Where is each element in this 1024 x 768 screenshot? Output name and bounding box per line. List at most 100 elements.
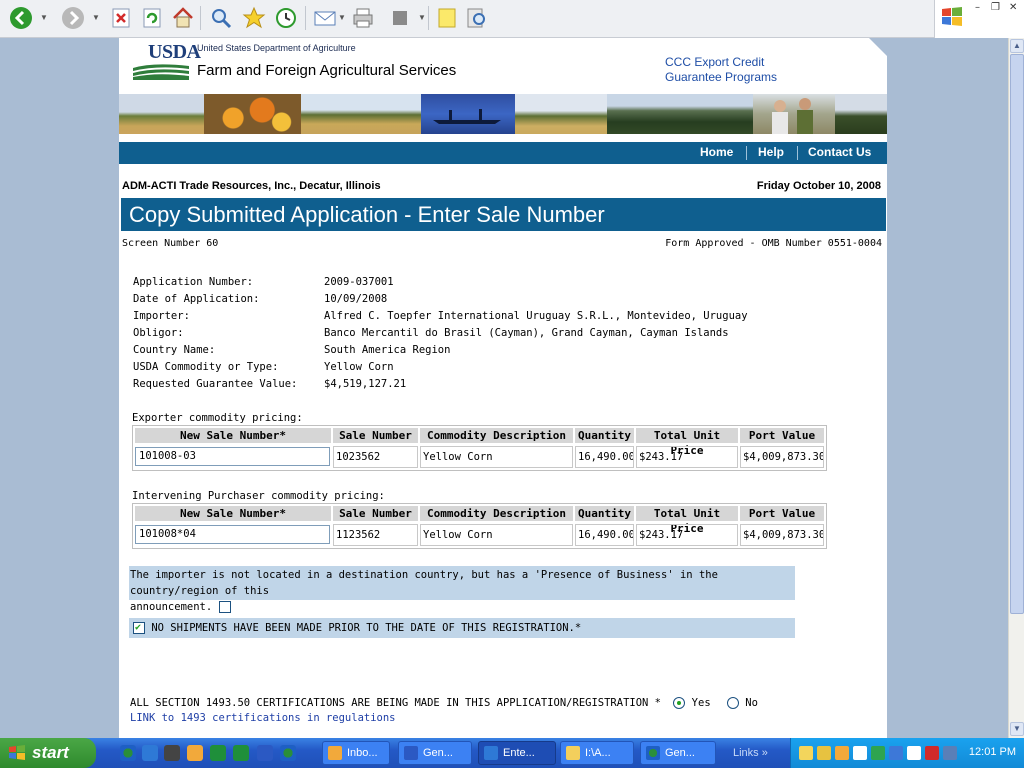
forward-dropdown-icon[interactable]: ▼ <box>92 14 100 22</box>
banner-prairie-image <box>515 94 607 134</box>
certification-row: ALL SECTION 1493.50 CERTIFICATIONS ARE B… <box>130 697 758 709</box>
favorites-icon[interactable] <box>241 5 267 31</box>
presence-of-business-checkbox[interactable] <box>218 601 231 613</box>
certification-text: ALL SECTION 1493.50 CERTIFICATIONS ARE B… <box>130 697 662 709</box>
edit-dropdown-icon[interactable]: ▼ <box>418 14 426 22</box>
stop-icon[interactable] <box>108 5 134 31</box>
country-name-value: South America Region <box>324 344 451 356</box>
form-approval-note: Form Approved - OMB Number 0551-0004 <box>665 238 882 249</box>
nav-divider <box>746 146 747 160</box>
word-icon[interactable] <box>257 745 273 761</box>
taskbar-task-folder[interactable]: I:\A... <box>560 741 634 765</box>
nav-contact-link[interactable]: Contact Us <box>808 145 871 159</box>
windows-logo-area: – ❐ ✕ <box>934 0 1024 38</box>
scrollbar-thumb[interactable] <box>1010 54 1024 614</box>
intervening-port-value: $4,009,873.30 <box>740 524 824 546</box>
intervening-sale-number: 1123562 <box>333 524 418 546</box>
excel-icon[interactable] <box>210 745 226 761</box>
ie-icon[interactable] <box>142 745 158 761</box>
no-shipments-checkbox[interactable] <box>133 620 145 636</box>
outlook-icon[interactable] <box>835 746 849 760</box>
toolbar-separator <box>428 6 429 30</box>
edit-icon[interactable] <box>388 5 414 31</box>
excel-icon[interactable] <box>233 745 249 761</box>
close-icon[interactable]: ✕ <box>1009 2 1017 13</box>
banner-mountain-image <box>607 94 753 134</box>
vertical-scrollbar[interactable]: ▲ ▼ <box>1008 38 1024 738</box>
back-dropdown-icon[interactable]: ▼ <box>40 14 48 22</box>
scroll-up-icon[interactable]: ▲ <box>1010 39 1024 53</box>
research-icon[interactable] <box>464 5 490 31</box>
restore-icon[interactable]: ❐ <box>991 2 1000 13</box>
certification-regulations-link[interactable]: LINK to 1493 certifications in regulatio… <box>130 712 396 724</box>
minimize-icon[interactable]: – <box>975 2 980 13</box>
note-icon[interactable] <box>434 5 460 31</box>
intervening-new-sale-number-input[interactable]: 101008*04 <box>135 525 330 544</box>
application-number-value: 2009-037001 <box>324 276 394 288</box>
print-icon[interactable] <box>350 5 376 31</box>
taskbar-task-gen[interactable]: Gen... <box>640 741 716 765</box>
forward-icon[interactable] <box>60 5 86 31</box>
banner-fruit-image <box>204 94 301 134</box>
keyboard-icon[interactable] <box>943 746 957 760</box>
program-title[interactable]: CCC Export Credit Guarantee Programs <box>665 55 805 85</box>
banner-trees-image <box>835 94 887 134</box>
clock[interactable]: 12:01 PM <box>969 746 1016 758</box>
screen-number: Screen Number 60 <box>122 238 219 249</box>
importer-label: Importer: <box>133 310 190 322</box>
table-header: Sale Number <box>333 506 418 521</box>
mail-icon[interactable] <box>799 746 813 760</box>
mail-icon[interactable] <box>312 5 338 31</box>
table-header: New Sale Number* <box>135 506 331 521</box>
nav-home-link[interactable]: Home <box>700 145 733 159</box>
security-icon[interactable] <box>871 746 885 760</box>
exporter-commodity: Yellow Corn <box>420 446 573 468</box>
nav-divider <box>797 146 798 160</box>
importer-value: Alfred C. Toepfer International Uruguay … <box>324 310 748 322</box>
table-header: Total Unit Price <box>636 506 738 535</box>
calculator-icon[interactable] <box>164 745 180 761</box>
country-name-label: Country Name: <box>133 344 216 356</box>
task-label: I:\A... <box>585 747 611 759</box>
mail-dropdown-icon[interactable]: ▼ <box>338 14 346 22</box>
nav-help-link[interactable]: Help <box>758 145 784 159</box>
scroll-down-icon[interactable]: ▼ <box>1010 722 1024 736</box>
company-name: ADM-ACTI Trade Resources, Inc., Decatur,… <box>122 180 381 192</box>
folder-icon <box>566 746 580 760</box>
application-date-label: Date of Application: <box>133 293 260 305</box>
application-date-value: 10/09/2008 <box>324 293 388 305</box>
exporter-pricing-label: Exporter commodity pricing: <box>132 412 303 424</box>
mcafee-icon[interactable] <box>925 746 939 760</box>
ie-icon <box>484 746 498 760</box>
home-icon[interactable] <box>170 5 196 31</box>
taskbar-task-enter[interactable]: Ente... <box>478 741 556 765</box>
display-icon[interactable] <box>889 746 903 760</box>
network-icon[interactable] <box>817 746 831 760</box>
presence-notice-line2: announcement. <box>130 601 213 613</box>
certification-no-radio[interactable] <box>726 697 739 709</box>
usda-hills-icon <box>133 64 189 80</box>
start-button[interactable]: start <box>0 738 96 768</box>
search-icon[interactable] <box>208 5 234 31</box>
table-header: Commodity Description <box>420 428 573 443</box>
tsd-icon[interactable] <box>853 746 867 760</box>
outlook-icon[interactable] <box>187 745 203 761</box>
globe-icon[interactable] <box>120 745 136 761</box>
obligor-label: Obligor: <box>133 327 184 339</box>
exporter-new-sale-number-input[interactable]: 101008-03 <box>135 447 330 466</box>
volume-icon[interactable] <box>907 746 921 760</box>
globe-icon[interactable] <box>280 745 296 761</box>
usda-logo[interactable]: USDA <box>133 41 201 80</box>
back-icon[interactable] <box>8 5 34 31</box>
taskbar-task-inbox[interactable]: Inbo... <box>322 741 390 765</box>
certification-yes-radio[interactable] <box>673 697 686 709</box>
certification-no-label[interactable]: No <box>745 697 758 709</box>
taskbar-task-word[interactable]: Gen... <box>398 741 472 765</box>
banner-canoe-image <box>421 94 515 134</box>
refresh-icon[interactable] <box>139 5 165 31</box>
links-toolbar[interactable]: Links » <box>727 741 787 765</box>
exporter-unit-price: $243.17 <box>636 446 738 468</box>
certification-yes-label[interactable]: Yes <box>692 697 711 709</box>
history-icon[interactable] <box>273 5 299 31</box>
page-title: Copy Submitted Application - Enter Sale … <box>129 202 605 227</box>
